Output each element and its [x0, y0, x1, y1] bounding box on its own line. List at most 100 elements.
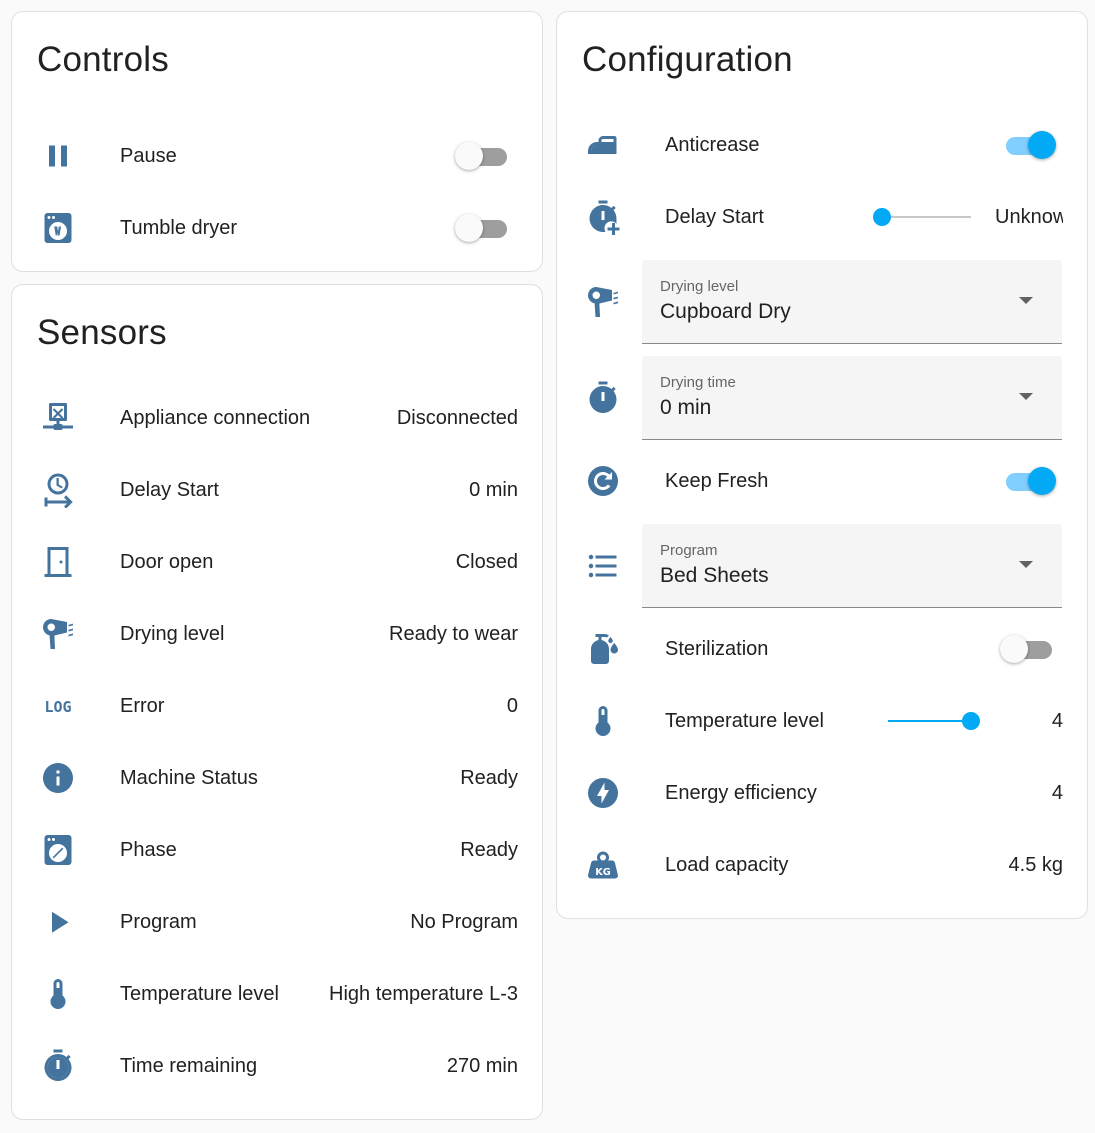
- sensor-label: Drying level: [120, 623, 225, 645]
- sensor-row: Machine Status Ready: [12, 742, 542, 814]
- drying-time-select[interactable]: Drying time 0 min: [642, 356, 1062, 440]
- flash-circle-icon: [585, 775, 621, 811]
- energy-efficiency-label: Energy efficiency: [665, 782, 817, 804]
- delay-start-value: Unknown: [995, 206, 1063, 228]
- sensors-title: Sensors: [37, 313, 167, 352]
- sensor-label: Time remaining: [120, 1055, 258, 1077]
- sensor-value: 270 min: [446, 1055, 518, 1077]
- weight-kg-icon: KG: [585, 847, 621, 883]
- refresh-circle-icon: [585, 463, 621, 499]
- sensor-label: Delay Start: [120, 479, 219, 501]
- sensor-row: Phase Ready: [12, 814, 542, 886]
- controls-card: Controls Pause Tumble dryer: [11, 11, 543, 272]
- timer-icon: [585, 380, 621, 416]
- sensor-label: Error: [120, 695, 165, 717]
- door-closed-icon: [40, 544, 76, 580]
- sensor-row: Delay Start 0 min: [12, 454, 542, 526]
- network-off-icon: [40, 400, 76, 436]
- sterilization-toggle[interactable]: [1000, 635, 1056, 663]
- drying-time-value: 0 min: [660, 396, 712, 419]
- timer-icon: [40, 1048, 76, 1084]
- drying-level-value: Cupboard Dry: [660, 300, 791, 323]
- controls-title: Controls: [37, 40, 169, 79]
- sensor-row: Drying level Ready to wear: [12, 598, 542, 670]
- config-row-delay-start: Delay Start Unknown: [557, 181, 1087, 253]
- drying-level-label: Drying level: [660, 278, 739, 295]
- timer-plus-icon: [585, 199, 621, 235]
- sensor-row: LOG Error 0: [12, 670, 542, 742]
- temperature-level-label: Temperature level: [665, 710, 824, 732]
- sensor-row: Program No Program: [12, 886, 542, 958]
- sensor-label: Temperature level: [120, 983, 279, 1005]
- sanitizer-icon: [585, 631, 621, 667]
- thermometer-icon: [40, 976, 76, 1012]
- config-row-drying-level: Drying level Cupboard Dry: [557, 260, 1087, 344]
- config-row-temperature-level: Temperature level 4: [557, 685, 1087, 757]
- temperature-level-value: 4: [1051, 710, 1063, 732]
- program-value: Bed Sheets: [660, 564, 769, 587]
- sterilization-label: Sterilization: [665, 638, 769, 660]
- sensor-row: Door open Closed: [12, 526, 542, 598]
- anticrease-label: Anticrease: [665, 134, 760, 156]
- hair-dryer-icon: [40, 616, 76, 652]
- load-capacity-value: 4.5 kg: [1008, 854, 1063, 876]
- thermometer-icon: [585, 703, 621, 739]
- program-select[interactable]: Program Bed Sheets: [642, 524, 1062, 608]
- keep-fresh-toggle[interactable]: [1002, 467, 1056, 495]
- clock-arrow-icon: [40, 472, 76, 508]
- program-label: Program: [660, 542, 718, 559]
- sensor-label: Door open: [120, 551, 214, 573]
- anticrease-toggle[interactable]: [1002, 131, 1056, 159]
- information-icon: [40, 760, 76, 796]
- config-row-anticrease: Anticrease: [557, 109, 1087, 181]
- sensor-value: No Program: [410, 911, 518, 933]
- sensor-value: 0: [506, 695, 518, 717]
- tumble-dryer-label: Tumble dryer: [120, 217, 238, 239]
- configuration-title: Configuration: [582, 40, 793, 79]
- sensor-value: Ready: [460, 839, 518, 861]
- sensor-value: Closed: [455, 551, 518, 573]
- config-row-program: Program Bed Sheets: [557, 524, 1087, 608]
- config-row-energy-efficiency: Energy efficiency 4: [557, 757, 1087, 829]
- temperature-level-slider[interactable]: [888, 685, 980, 757]
- sensor-value: Disconnected: [396, 407, 518, 429]
- list-icon: [585, 548, 621, 584]
- sensor-value: High temperature L-3: [329, 983, 518, 1005]
- sensor-row: Time remaining 270 min: [12, 1030, 542, 1102]
- control-row-tumble-dryer: Tumble dryer: [12, 192, 542, 264]
- sensor-label: Machine Status: [120, 767, 258, 789]
- sensor-label: Program: [120, 911, 197, 933]
- chevron-down-icon: [1019, 297, 1033, 304]
- drying-level-select[interactable]: Drying level Cupboard Dry: [642, 260, 1062, 344]
- hair-dryer-icon: [585, 284, 621, 320]
- config-row-sterilization: Sterilization: [557, 613, 1087, 685]
- config-row-keep-fresh: Keep Fresh: [557, 445, 1087, 517]
- iron-icon: [585, 127, 621, 163]
- tumble-dryer-icon: [40, 210, 76, 246]
- keep-fresh-label: Keep Fresh: [665, 470, 769, 492]
- sensor-label: Appliance connection: [120, 407, 311, 429]
- config-row-drying-time: Drying time 0 min: [557, 356, 1087, 440]
- load-capacity-label: Load capacity: [665, 854, 789, 876]
- chevron-down-icon: [1019, 561, 1033, 568]
- delay-start-label: Delay Start: [665, 206, 764, 228]
- sensor-row: Temperature level High temperature L-3: [12, 958, 542, 1030]
- drying-time-label: Drying time: [660, 374, 736, 391]
- sensors-card: Sensors Appliance connection Disconnecte…: [11, 284, 543, 1120]
- pause-icon: [40, 138, 76, 174]
- delay-start-slider[interactable]: [873, 181, 971, 253]
- energy-efficiency-value: 4: [1051, 782, 1063, 804]
- pause-label: Pause: [120, 145, 177, 167]
- configuration-card: Configuration Anticrease Delay Start Unk…: [556, 11, 1088, 919]
- config-row-load-capacity: KG Load capacity 4.5 kg: [557, 829, 1087, 901]
- pause-toggle[interactable]: [455, 142, 511, 170]
- sensor-value: 0 min: [469, 479, 518, 501]
- svg-text:LOG: LOG: [44, 698, 71, 716]
- sensor-value: Ready to wear: [389, 623, 518, 645]
- control-row-pause: Pause: [12, 120, 542, 192]
- sensor-value: Ready: [460, 767, 518, 789]
- log-icon: LOG: [40, 688, 76, 724]
- sensor-row: Appliance connection Disconnected: [12, 382, 542, 454]
- sensor-label: Phase: [120, 839, 177, 861]
- tumble-dryer-toggle[interactable]: [455, 214, 511, 242]
